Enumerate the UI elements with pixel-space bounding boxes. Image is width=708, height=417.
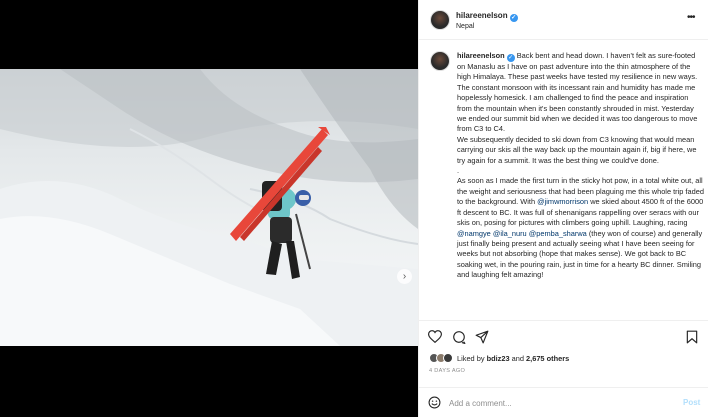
author-avatar[interactable] [430,10,450,30]
likes-summary[interactable]: Liked by bdiz23 and 2,675 others [429,352,569,364]
caption-paragraph-2: We subsequently decided to ski down from… [457,134,699,165]
post-location[interactable]: Nepal [456,23,474,30]
liker-avatar [443,353,453,363]
mountain-skier-image [0,69,418,346]
mention-link[interactable]: @namgye [457,229,491,238]
post-header: hilareenelson ✓ Nepal ••• [419,0,708,40]
smiley-icon[interactable] [428,396,441,409]
post-date[interactable]: 4 DAYS AGO [429,368,465,374]
post-media-panel: › [0,0,418,417]
post-photo[interactable]: › [0,69,418,346]
verified-badge-icon: ✓ [509,14,518,22]
caption-verified-badge-icon: ✓ [506,54,515,62]
likes-text[interactable]: Liked by bdiz23 and 2,675 others [457,354,569,363]
comment-input[interactable] [449,396,669,410]
liked-by-user[interactable]: bdiz23 [487,354,510,363]
chevron-right-icon: › [402,270,407,282]
author-username[interactable]: hilareenelson ✓ [456,11,518,22]
heart-icon[interactable] [428,330,442,343]
next-photo-button[interactable]: › [397,269,412,284]
share-icon[interactable] [475,330,489,344]
more-horizontal-icon[interactable]: ••• [687,12,695,23]
caption-text: hilareenelson ✓ Back bent and head down. … [457,51,705,281]
bookmark-icon[interactable] [686,330,698,344]
caption-paragraph-1: Back bent and head down. I haven't felt … [457,51,700,134]
mention-link[interactable]: @jimwmorrison [537,197,588,206]
likes-count[interactable]: 2,675 others [526,354,569,363]
caption-username[interactable]: hilareenelson [457,51,505,60]
caption-section: hilareenelson ✓ Back bent and head down. … [419,41,708,319]
likes-prefix: Liked by [457,353,487,363]
post-comment-button[interactable]: Post [683,398,700,407]
caption-author-avatar[interactable] [430,51,450,71]
likes-middle: and [509,353,527,363]
comment-icon[interactable] [452,330,466,344]
caption-separator: . [457,166,460,176]
comment-bar: Post [419,387,708,417]
author-username-text[interactable]: hilareenelson [456,11,508,20]
mention-link[interactable]: @ila_nuru [493,229,527,238]
post-detail-panel: hilareenelson ✓ Nepal ••• hilareenelson ✓ … [418,0,708,417]
mention-link[interactable]: @pemba_sharwa [529,229,587,238]
